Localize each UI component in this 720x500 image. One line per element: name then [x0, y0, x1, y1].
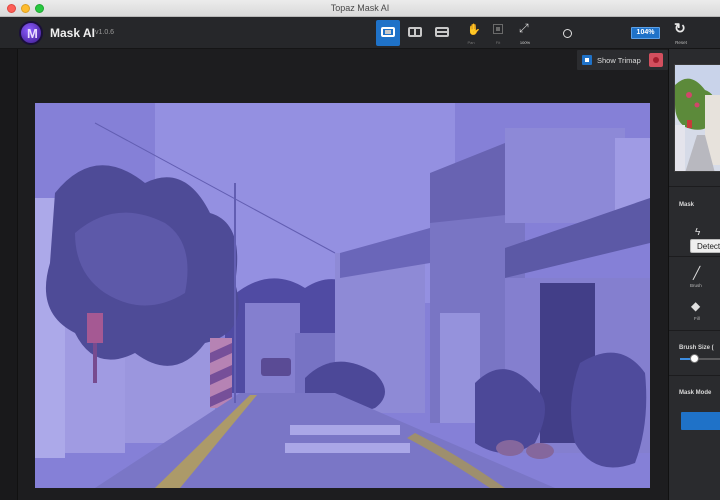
- zoom-100-label: 100%: [519, 40, 531, 45]
- right-panel: Mask ϟ Detect ╱ Brush ◆ Fill Brush Size …: [668, 49, 720, 500]
- reset-button[interactable]: ↻ Reset: [670, 19, 692, 47]
- show-trimap-label: Show Trimap: [597, 56, 641, 65]
- mask-ai-logo-icon: M: [19, 21, 43, 45]
- mask-mode-title: Mask Mode: [679, 390, 712, 396]
- side-by-side-view-icon: [408, 27, 422, 37]
- trimap-color-swatch[interactable]: [649, 53, 663, 67]
- hand-icon: ✋: [467, 24, 481, 36]
- lightning-bolt-icon[interactable]: ϟ: [695, 227, 700, 238]
- app-version: v1.0.6: [95, 29, 115, 36]
- brush-size-slider-knob[interactable]: [689, 354, 699, 363]
- mask-mode-button[interactable]: [681, 412, 720, 430]
- panel-separator: [669, 256, 720, 257]
- fill-label: Fill: [694, 316, 700, 321]
- panel-separator: [669, 186, 720, 187]
- single-view-button[interactable]: [376, 20, 400, 46]
- split-view-icon: [435, 27, 449, 37]
- app-name: Mask AI: [50, 26, 95, 40]
- navigator-thumbnail[interactable]: [674, 64, 720, 172]
- panel-separator: [669, 375, 720, 376]
- zoom-100-button[interactable]: ⤢ 100%: [513, 20, 537, 46]
- window-title-bar: Topaz Mask AI: [0, 0, 720, 17]
- mask-section-title: Mask: [679, 202, 695, 208]
- zoom-level-field[interactable]: 104%: [631, 27, 660, 39]
- split-view-button[interactable]: [430, 20, 454, 46]
- brush-size-title: Brush Size (: [679, 345, 714, 351]
- pan-label: Pan: [467, 40, 475, 45]
- show-trimap-checkbox[interactable]: [582, 55, 592, 65]
- brush-icon[interactable]: ╱: [693, 266, 700, 280]
- window-title: Topaz Mask AI: [330, 3, 390, 13]
- fit-icon: [493, 24, 503, 34]
- app-toolbar: M Mask AI v1.0.6 ✋ Pan Fit ⤢ 100% 104% ↻…: [0, 17, 720, 49]
- left-gutter: [0, 49, 18, 500]
- fit-label: Fit: [495, 40, 501, 45]
- pan-button[interactable]: ✋ Pan: [459, 20, 483, 46]
- reset-icon: ↻: [674, 20, 686, 36]
- detect-tooltip: Detect: [690, 239, 720, 253]
- brush-size-slider[interactable]: [680, 354, 720, 363]
- reset-label: Reset: [675, 40, 687, 45]
- single-view-icon: [381, 27, 395, 37]
- masked-photo[interactable]: [35, 103, 650, 488]
- paint-bucket-icon[interactable]: ◆: [691, 299, 700, 313]
- panel-separator: [669, 330, 720, 331]
- side-by-side-view-button[interactable]: [403, 20, 427, 46]
- show-trimap-toggle[interactable]: Show Trimap: [577, 50, 668, 70]
- expand-icon: ⤢: [519, 21, 529, 35]
- brush-label: Brush: [690, 283, 702, 288]
- fit-button[interactable]: Fit: [486, 20, 510, 46]
- brush-preview-circle-icon: [563, 29, 572, 38]
